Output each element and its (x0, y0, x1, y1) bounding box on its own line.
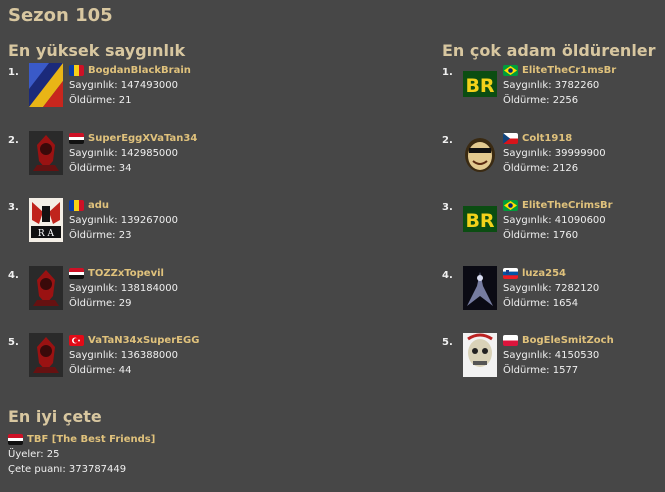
avatar[interactable]: BR (463, 63, 497, 107)
rank-number: 1. (8, 67, 19, 78)
romania-flag-icon (69, 65, 84, 76)
rank-number: 4. (442, 269, 453, 281)
kills-value: Öldürme: 1654 (503, 297, 579, 309)
rank-number: 5. (442, 337, 453, 348)
brazil-flag-icon (503, 65, 518, 76)
egypt-flag-icon (69, 267, 84, 279)
respect-value: Saygınlık: 4150530 (503, 350, 600, 361)
slovenia-flag-icon (503, 267, 518, 279)
user-link[interactable]: Colt1918 (522, 131, 572, 146)
kills-value: Öldürme: 23 (69, 230, 132, 241)
egypt-flag-icon (69, 132, 84, 144)
svg-text:BR: BR (465, 75, 494, 97)
gang-points: Çete puanı: 373787449 (8, 464, 127, 475)
respect-value: Saygınlık: 7282120 (503, 282, 600, 294)
egypt-flag-icon (8, 434, 23, 445)
avatar[interactable] (29, 63, 63, 107)
user-link[interactable]: adu (88, 198, 109, 213)
killers-heading: En çok adam öldürenler (442, 41, 656, 60)
respect-heading: En yüksek saygınlık (8, 41, 186, 60)
brazil-flag-icon (503, 200, 518, 211)
page-title: Sezon 105 (8, 5, 113, 26)
best-gang-heading: En iyi çete (8, 407, 102, 426)
avatar[interactable] (29, 333, 63, 377)
respect-value: Saygınlık: 138184000 (69, 282, 179, 294)
rank-number: 2. (442, 134, 453, 146)
gang-members: Üyeler: 25 (8, 449, 60, 460)
poland-flag-icon (503, 335, 518, 346)
respect-value: Saygınlık: 3782260 (503, 80, 600, 91)
kills-value: Öldürme: 21 (69, 95, 132, 106)
best-gang-info: TBF [The Best Friends] Üyeler: 25 Çete p… (8, 432, 155, 477)
avatar[interactable]: R A (29, 198, 63, 242)
czech-flag-icon (503, 132, 518, 144)
avatar[interactable] (463, 265, 497, 310)
user-link[interactable]: VaTaN34xSuperEGG (88, 333, 199, 348)
romania-flag-icon (69, 200, 84, 211)
rank-number: 3. (442, 202, 453, 213)
respect-value: Saygınlık: 136388000 (69, 350, 179, 361)
user-link[interactable]: SuperEggXVaTan34 (88, 131, 197, 146)
kills-value: Öldürme: 2256 (503, 95, 579, 106)
rank-number: 3. (8, 202, 19, 213)
respect-value: Saygınlık: 139267000 (69, 215, 179, 226)
turkey-flag-icon (69, 335, 84, 346)
respect-value: Saygınlık: 41090600 (503, 215, 606, 226)
respect-value: Saygınlık: 142985000 (69, 147, 179, 159)
respect-value: Saygınlık: 147493000 (69, 80, 179, 91)
avatar[interactable] (463, 130, 497, 175)
user-link[interactable]: luza254 (522, 266, 566, 281)
avatar[interactable] (29, 265, 63, 310)
svg-text:R A: R A (38, 229, 55, 239)
rank-number: 4. (8, 269, 19, 281)
user-link[interactable]: BogdanBlackBrain (88, 63, 191, 78)
gang-link[interactable]: TBF [The Best Friends] (27, 432, 155, 447)
kills-value: Öldürme: 34 (69, 162, 132, 174)
user-link[interactable]: EliteTheCrimsBr (522, 198, 613, 213)
kills-value: Öldürme: 44 (69, 365, 132, 376)
user-link[interactable]: EliteTheCr1msBr (522, 63, 616, 78)
rank-number: 5. (8, 337, 19, 348)
avatar[interactable] (29, 130, 63, 175)
kills-value: Öldürme: 1760 (503, 230, 579, 241)
rank-number: 1. (442, 67, 453, 78)
avatar[interactable]: BR (463, 198, 497, 242)
avatar[interactable] (463, 333, 497, 377)
rank-number: 2. (8, 134, 19, 146)
kills-value: Öldürme: 2126 (503, 162, 579, 174)
kills-value: Öldürme: 29 (69, 297, 132, 309)
user-link[interactable]: TOZZxTopevil (88, 266, 164, 281)
kills-value: Öldürme: 1577 (503, 365, 579, 376)
svg-text:BR: BR (465, 210, 494, 232)
respect-value: Saygınlık: 39999900 (503, 147, 606, 159)
user-link[interactable]: BogEleSmitZoch (522, 333, 614, 348)
